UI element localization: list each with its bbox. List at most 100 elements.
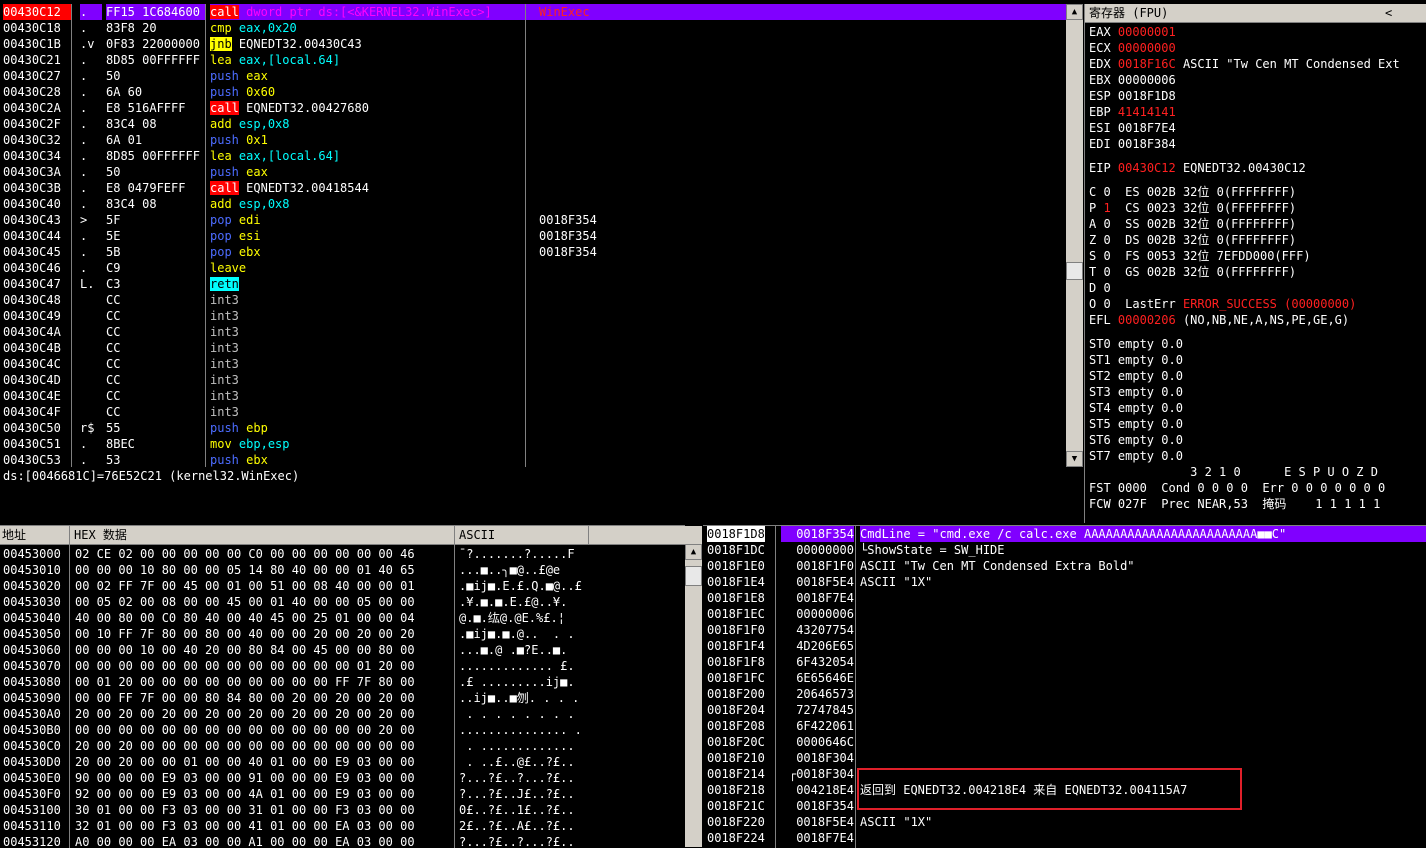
stack-row[interactable]: 0018F1DC 00000000 └ShowState = SW_HIDE [703, 542, 1426, 558]
flag-value[interactable]: 0 [1103, 265, 1110, 279]
reg-value[interactable]: 00000006 [1118, 73, 1176, 87]
stack-row[interactable]: 0018F1E8 0018F7E4 [703, 590, 1426, 606]
disassembly-scrollbar[interactable]: ▲ ▼ [1066, 4, 1083, 467]
reg-value[interactable]: 00000001 [1118, 25, 1176, 39]
memory-dump-pane[interactable]: 地址 HEX 数据 ASCII 00453000 02 CE 02 00 00 0… [0, 525, 685, 848]
disasm-row[interactable]: 00430C12. FF15 1C684600 call dword ptr ds:… [0, 4, 1066, 20]
stack-row[interactable]: 0018F1E0 0018F1F0 ASCII "Tw Cen MT Condens… [703, 558, 1426, 574]
stack-row[interactable]: 0018F210 0018F304 [703, 750, 1426, 766]
dump-row[interactable]: 00453080 00 01 20 00 00 00 00 00 00 00 00… [0, 674, 685, 690]
dump-row[interactable]: 004530E0 90 00 00 00 E9 03 00 00 91 00 00… [0, 770, 685, 786]
dump-row[interactable]: 00453000 02 CE 02 00 00 00 00 00 C0 00 00… [0, 546, 685, 562]
disasm-row[interactable]: 00430C32. 6A 01 push 0x1 [0, 132, 1066, 148]
dump-row[interactable]: 004530F0 92 00 00 00 E9 03 00 00 4A 01 00… [0, 786, 685, 802]
disasm-row[interactable]: 00430C48 CC int3 [0, 292, 1066, 308]
dump-row[interactable]: 00453120 A0 00 00 00 EA 03 00 00 A1 00 00… [0, 834, 685, 848]
dump-scrollbar[interactable]: ▲ [685, 526, 702, 847]
stack-row[interactable]: 0018F1EC 00000006 [703, 606, 1426, 622]
scroll-up-icon[interactable]: ▲ [685, 544, 702, 560]
stack-row[interactable]: 0018F20C 0000646C [703, 734, 1426, 750]
flag-value[interactable]: 0 [1103, 233, 1110, 247]
flag-value[interactable]: 1 [1103, 201, 1110, 215]
disasm-row[interactable]: 00430C4A CC int3 [0, 324, 1066, 340]
stack-row[interactable]: 0018F1F0 43207754 [703, 622, 1426, 638]
dump-row[interactable]: 004530A0 20 00 20 00 20 00 20 00 20 00 20… [0, 706, 685, 722]
dump-row[interactable]: 004530B0 00 00 00 00 00 00 00 00 00 00 00… [0, 722, 685, 738]
disasm-row[interactable]: 00430C40. 83C4 08 add esp,0x8 [0, 196, 1066, 212]
scroll-thumb[interactable] [1066, 262, 1083, 280]
flag-value[interactable]: 0 [1103, 217, 1110, 231]
reg-value[interactable]: 00000206 [1118, 313, 1176, 327]
dump-row[interactable]: 00453110 32 01 00 00 F3 03 00 00 41 01 00… [0, 818, 685, 834]
disasm-row[interactable]: 00430C4F CC int3 [0, 404, 1066, 420]
disassembly-pane[interactable]: 00430C12. FF15 1C684600 call dword ptr ds:… [0, 4, 1066, 467]
disasm-row[interactable]: 00430C2F. 83C4 08 add esp,0x8 [0, 116, 1066, 132]
disasm-row[interactable]: 00430C51. 8BEC mov ebp,esp [0, 436, 1066, 452]
stack-pane[interactable]: 0018F1D8 0018F354 CmdLine = "cmd.exe /c ca… [703, 525, 1426, 848]
disasm-hex: 5B [106, 245, 121, 259]
disasm-row[interactable]: 00430C50 r$ 55 push ebp [0, 420, 1066, 436]
dump-row[interactable]: 004530D0 20 00 20 00 00 01 00 00 40 01 00… [0, 754, 685, 770]
stack-row[interactable]: 0018F200 20646573 [703, 686, 1426, 702]
reg-value[interactable]: 00430C12 [1118, 161, 1176, 175]
stack-row[interactable]: 0018F1E4 0018F5E4 ASCII "1X" [703, 574, 1426, 590]
fpu-row: ST5 empty 0.0 [1089, 416, 1183, 432]
registers-pane[interactable]: 寄存器 (FPU) < EAX 00000001 ECX 00000000 ED… [1084, 4, 1426, 523]
dump-row[interactable]: 00453030 00 05 02 00 08 00 00 45 00 01 40… [0, 594, 685, 610]
dump-row[interactable]: 00453070 00 00 00 00 00 00 00 00 00 00 00… [0, 658, 685, 674]
disasm-mark: . [80, 4, 102, 20]
dump-row[interactable]: 00453020 00 02 FF 7F 00 45 00 01 00 51 00… [0, 578, 685, 594]
disasm-row[interactable]: 00430C21. 8D85 00FFFFFF lea eax,[local.64] [0, 52, 1066, 68]
stack-row[interactable]: 0018F1FC 6E65646E [703, 670, 1426, 686]
disasm-row[interactable]: 00430C1B .v 0F83 22000000 jnb EQNEDT32.0043… [0, 36, 1066, 52]
reg-value[interactable]: 0018F7E4 [1118, 121, 1176, 135]
scroll-up-icon[interactable]: ▲ [1066, 4, 1083, 20]
disasm-row[interactable]: 00430C4D CC int3 [0, 372, 1066, 388]
flag-value[interactable]: 0 [1103, 281, 1110, 295]
reg-value[interactable]: 0018F16C [1118, 57, 1176, 71]
disasm-row[interactable]: 00430C47 L. C3 retn [0, 276, 1066, 292]
disasm-row[interactable]: 00430C18. 83F8 20 cmp eax,0x20 [0, 20, 1066, 36]
disasm-row[interactable]: 00430C34. 8D85 00FFFFFF lea eax,[local.64] [0, 148, 1066, 164]
scroll-thumb[interactable] [685, 566, 702, 586]
scroll-down-icon[interactable]: ▼ [1066, 451, 1083, 467]
flag-value[interactable]: 0 [1103, 185, 1110, 199]
disasm-row[interactable]: 00430C4E CC int3 [0, 388, 1066, 404]
disasm-row[interactable]: 00430C46. C9 leave [0, 260, 1066, 276]
reg-value[interactable]: 0018F384 [1118, 137, 1176, 151]
dump-row[interactable]: 00453060 00 00 00 10 00 40 20 00 80 84 00… [0, 642, 685, 658]
stack-row[interactable]: 0018F224 0018F7E4 [703, 830, 1426, 846]
disasm-row[interactable]: 00430C43 >5F pop edi 0018F354 [0, 212, 1066, 228]
flag-value[interactable]: 0 [1103, 249, 1110, 263]
disasm-row[interactable]: 00430C45. 5B pop ebx 0018F354 [0, 244, 1066, 260]
disasm-row[interactable]: 00430C2A. E8 516AFFFF call EQNEDT32.004276… [0, 100, 1066, 116]
dump-row[interactable]: 00453050 00 10 FF 7F 80 00 80 00 40 00 00… [0, 626, 685, 642]
stack-row[interactable]: 0018F220 0018F5E4 ASCII "1X" [703, 814, 1426, 830]
reg-value[interactable]: 00000000 [1118, 41, 1176, 55]
dump-row[interactable]: 004530C0 20 00 20 00 00 00 00 00 00 00 00… [0, 738, 685, 754]
disasm-row[interactable]: 00430C44. 5E pop esi 0018F354 [0, 228, 1066, 244]
dump-row[interactable]: 00453010 00 00 00 10 80 00 00 05 14 80 40… [0, 562, 685, 578]
disasm-row[interactable]: 00430C53. 53 push ebx [0, 452, 1066, 467]
dump-row[interactable]: 00453090 00 00 FF 7F 00 00 80 84 80 00 20… [0, 690, 685, 706]
disasm-row[interactable]: 00430C4C CC int3 [0, 356, 1066, 372]
disasm-row[interactable]: 00430C3B. E8 0479FEFF call EQNEDT32.004185… [0, 180, 1066, 196]
dump-row[interactable]: 00453100 30 01 00 00 F3 03 00 00 31 01 00… [0, 802, 685, 818]
stack-row[interactable]: 0018F208 6F422061 [703, 718, 1426, 734]
disasm-row[interactable]: 00430C3A. 50 push eax [0, 164, 1066, 180]
stack-row[interactable]: 0018F1D8 0018F354 CmdLine = "cmd.exe /c ca… [703, 526, 1426, 542]
collapse-icon[interactable]: < [1385, 4, 1392, 22]
stack-row[interactable]: 0018F204 72747845 [703, 702, 1426, 718]
disasm-row[interactable]: 00430C49 CC int3 [0, 308, 1066, 324]
reg-value[interactable]: 0018F1D8 [1118, 89, 1176, 103]
stack-row[interactable]: 0018F1F8 6F432054 [703, 654, 1426, 670]
stack-value: 0000646C [796, 735, 854, 749]
disasm-row[interactable]: 00430C28. 6A 60 push 0x60 [0, 84, 1066, 100]
reg-value[interactable]: 41414141 [1118, 105, 1176, 119]
flag-value[interactable]: 0 [1103, 297, 1110, 311]
dump-row[interactable]: 00453040 40 00 80 00 C0 80 40 00 40 45 00… [0, 610, 685, 626]
disasm-row[interactable]: 00430C27. 50 push eax [0, 68, 1066, 84]
stack-row[interactable]: 0018F1F4 4D206E65 [703, 638, 1426, 654]
disasm-row[interactable]: 00430C4B CC int3 [0, 340, 1066, 356]
